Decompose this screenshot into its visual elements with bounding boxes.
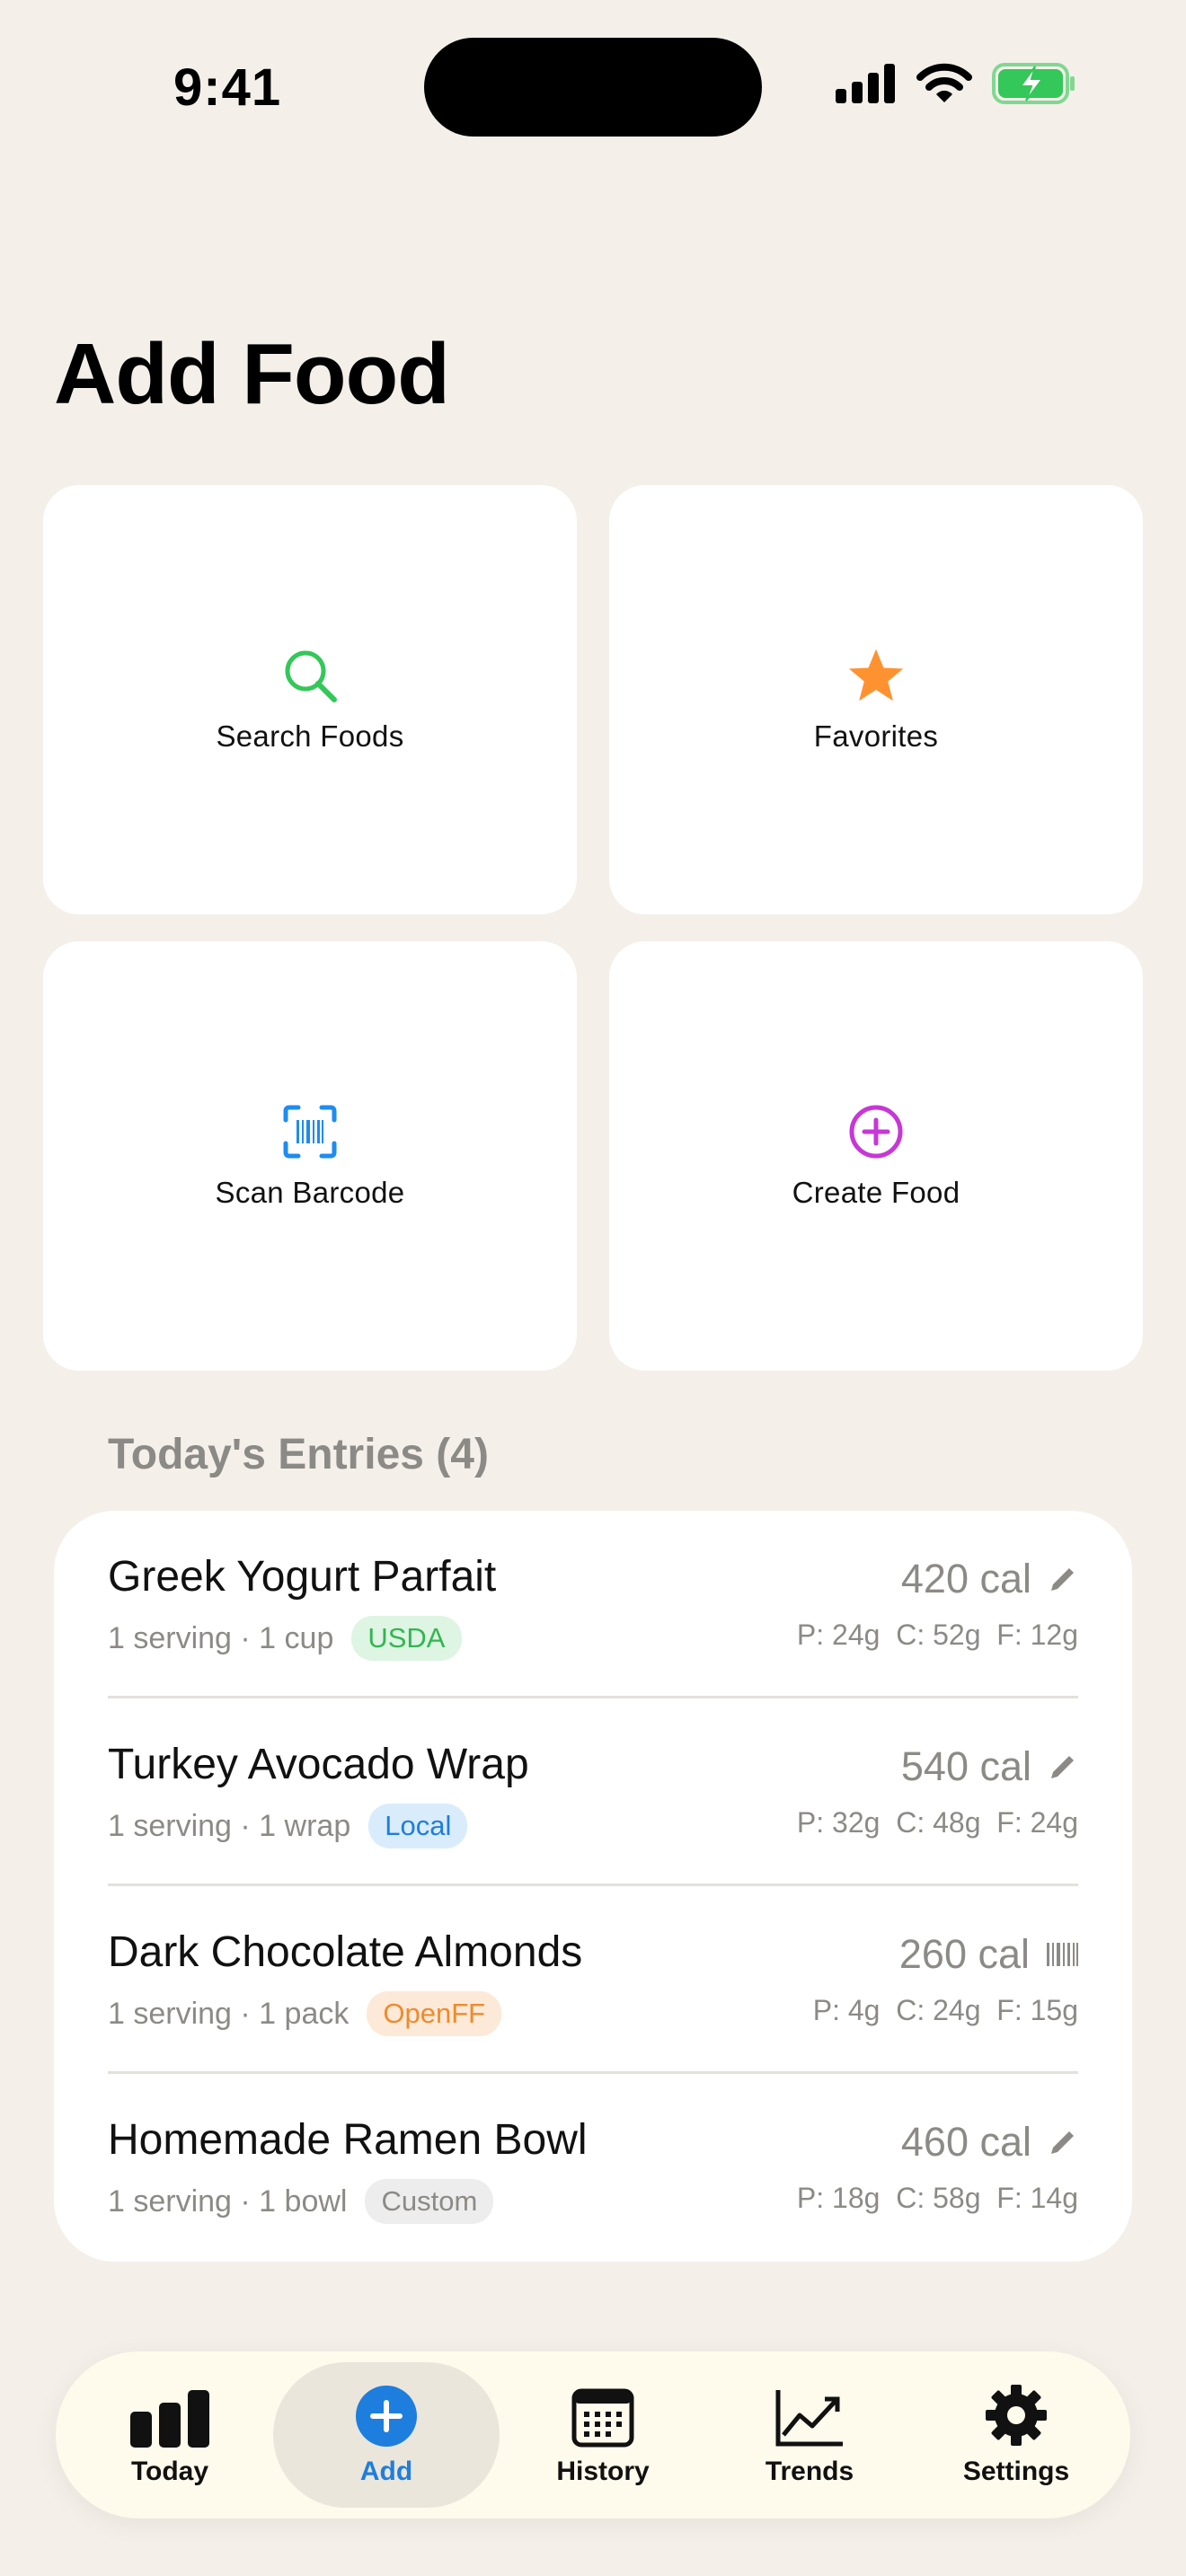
barcode-icon [1047, 1943, 1078, 1966]
pencil-icon[interactable] [1048, 2127, 1078, 2157]
entry-meta: 1 serving · 1 cup USDA [108, 1616, 462, 1661]
status-indicators [836, 63, 1076, 104]
tab-label: Add [359, 2457, 413, 2486]
wifi-icon [916, 63, 972, 102]
source-badge: USDA [351, 1616, 462, 1661]
star-icon [846, 646, 906, 705]
source-badge: Local [368, 1804, 468, 1848]
entry-calories: 460 cal [901, 2119, 1078, 2166]
entry-serving: 1 serving · 1 wrap [108, 1808, 351, 1843]
list-item[interactable]: Greek Yogurt Parfait 1 serving · 1 cup U… [108, 1511, 1078, 1698]
tab-settings[interactable]: Settings [913, 2362, 1120, 2508]
entry-name: Greek Yogurt Parfait [108, 1553, 497, 1601]
entry-meta: 1 serving · 1 bowl Custom [108, 2179, 494, 2224]
entries-list: Greek Yogurt Parfait 1 serving · 1 cup U… [54, 1511, 1132, 2262]
gear-icon [984, 2383, 1049, 2448]
plus-circle-filled-icon [355, 2383, 418, 2448]
source-badge: OpenFF [367, 1991, 502, 2036]
entry-name: Turkey Avocado Wrap [108, 1741, 529, 1788]
entry-macros: P: 18g C: 58g F: 14g [796, 2182, 1078, 2214]
tab-bar: Today Add History Trends Settings [56, 2351, 1130, 2519]
trend-line-icon [774, 2383, 845, 2448]
favorites-label: Favorites [813, 719, 939, 753]
cellular-signal-icon [836, 64, 895, 103]
entry-calories: 260 cal [899, 1931, 1078, 1978]
search-foods-tile[interactable]: Search Foods [43, 485, 577, 914]
entry-meta: 1 serving · 1 wrap Local [108, 1804, 468, 1848]
add-food-screen: 9:41 Add Food Search Foods Favorites Sca… [0, 0, 1186, 2576]
entry-serving: 1 serving · 1 cup [108, 1620, 334, 1655]
tab-label: History [556, 2457, 650, 2486]
entry-meta: 1 serving · 1 pack OpenFF [108, 1991, 502, 2036]
entry-calories-text: 460 cal [900, 2119, 1031, 2165]
search-foods-label: Search Foods [216, 719, 404, 753]
list-item[interactable]: Dark Chocolate Almonds 1 serving · 1 pac… [108, 1886, 1078, 2074]
favorites-tile[interactable]: Favorites [609, 485, 1143, 914]
list-item[interactable]: Homemade Ramen Bowl 1 serving · 1 bowl C… [108, 2074, 1078, 2262]
battery-charging-icon [992, 63, 1075, 104]
tab-trends[interactable]: Trends [706, 2362, 913, 2508]
tab-history[interactable]: History [500, 2362, 706, 2508]
tab-label: Settings [962, 2457, 1070, 2486]
entries-section-header: Today's Entries (4) [108, 1431, 489, 1478]
create-food-label: Create Food [792, 1176, 960, 1209]
barcode-scan-icon [280, 1102, 340, 1161]
pencil-icon[interactable] [1048, 1564, 1078, 1594]
entry-name: Homemade Ramen Bowl [108, 2116, 588, 2164]
tab-label: Today [130, 2457, 209, 2486]
dynamic-island [424, 38, 762, 137]
tab-add[interactable]: Add [273, 2362, 500, 2508]
calendar-icon [571, 2383, 634, 2448]
entry-calories-text: 260 cal [898, 1931, 1030, 1977]
scan-barcode-tile[interactable]: Scan Barcode [43, 941, 577, 1371]
entry-serving: 1 serving · 1 bowl [108, 2183, 348, 2219]
pencil-icon[interactable] [1048, 1751, 1078, 1782]
source-badge: Custom [365, 2179, 494, 2224]
status-time: 9:41 [173, 58, 282, 117]
plus-circle-icon [846, 1102, 906, 1161]
entry-serving: 1 serving · 1 pack [108, 1996, 350, 2031]
entry-macros: P: 24g C: 52g F: 12g [796, 1619, 1078, 1651]
entry-name: Dark Chocolate Almonds [108, 1928, 583, 1976]
entry-calories-text: 420 cal [900, 1556, 1031, 1601]
entry-calories-text: 540 cal [900, 1743, 1031, 1789]
entry-macros: P: 32g C: 48g F: 24g [796, 1806, 1078, 1839]
search-icon [280, 646, 340, 705]
bar-chart-icon [130, 2383, 209, 2448]
page-title: Add Food [54, 326, 450, 422]
entry-macros: P: 4g C: 24g F: 15g [812, 1994, 1078, 2026]
entry-calories: 540 cal [901, 1743, 1078, 1790]
entry-calories: 420 cal [901, 1556, 1078, 1602]
scan-barcode-label: Scan Barcode [215, 1176, 405, 1209]
list-item[interactable]: Turkey Avocado Wrap 1 serving · 1 wrap L… [108, 1698, 1078, 1886]
tab-label: Trends [765, 2457, 854, 2486]
create-food-tile[interactable]: Create Food [609, 941, 1143, 1371]
tab-today[interactable]: Today [66, 2362, 273, 2508]
